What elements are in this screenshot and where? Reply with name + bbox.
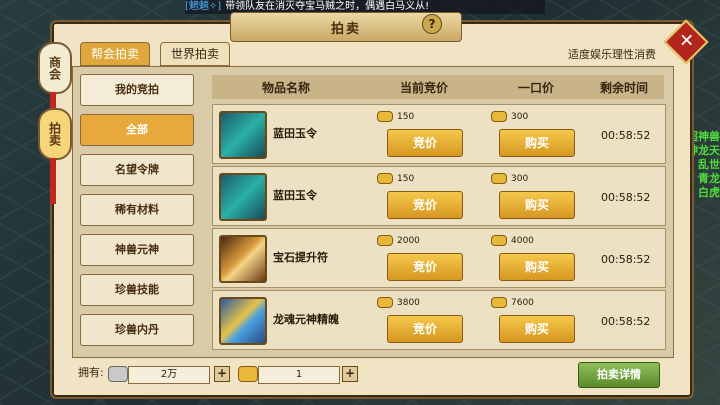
header-item-name: 物品名称 [262, 81, 311, 95]
buyout-value: 7600 [511, 297, 534, 308]
table-row: 宝石提升符 2000 竞价 4000 购买 00:58:52 [212, 228, 666, 288]
table-header: 物品名称 当前竞价 一口价 剩余时间 [212, 75, 664, 99]
current-bid: 3800 [377, 297, 420, 308]
category-sidebar: 我的竞拍 全部 名望令牌 稀有材料 神兽元神 珍兽技能 珍兽内丹 [80, 74, 198, 354]
buyout-price: 300 [491, 173, 528, 184]
jade-token-icon[interactable] [219, 111, 267, 159]
side-tab-label: 拍卖 [47, 122, 62, 146]
buyout-value: 300 [511, 173, 529, 184]
time-left: 00:58:52 [601, 191, 651, 204]
bid-button[interactable]: 竞价 [387, 129, 463, 157]
scroll-icon[interactable] [219, 235, 267, 283]
sidebar-item-pet-core[interactable]: 珍兽内丹 [80, 314, 194, 346]
add-silver-button[interactable]: + [214, 366, 230, 382]
gold-coin-icon [491, 235, 507, 246]
bid-value: 150 [397, 173, 415, 184]
bid-button[interactable]: 竞价 [387, 315, 463, 343]
buy-button[interactable]: 购买 [499, 129, 575, 157]
broadcast-sender[interactable]: [魍魎✧] [185, 1, 221, 12]
time-left: 00:58:52 [601, 129, 651, 142]
item-name: 龙魂元神精魄 [273, 313, 339, 326]
add-gold-button[interactable]: + [342, 366, 358, 382]
window-title: 拍卖 [330, 21, 361, 37]
sidebar-item-divine-beast[interactable]: 神兽元神 [80, 234, 194, 266]
table-row: 蓝田玉令 150 竞价 300 购买 00:58:52 [212, 166, 666, 226]
gold-coin-icon [377, 297, 393, 308]
buyout-value: 4000 [511, 235, 534, 246]
side-tab-auction[interactable]: 拍卖 [38, 108, 72, 160]
sidebar-item-rare-materials[interactable]: 稀有材料 [80, 194, 194, 226]
gold-ingot-icon [238, 366, 258, 382]
buy-button[interactable]: 购买 [499, 191, 575, 219]
close-icon: ✕ [679, 30, 695, 52]
bid-value: 3800 [397, 297, 420, 308]
jade-token-icon[interactable] [219, 173, 267, 221]
tab-guild-auction[interactable]: 帮会拍卖 [80, 42, 151, 66]
side-tab-shop[interactable]: 商会 [38, 42, 72, 94]
auction-details-button[interactable]: 拍卖详情 [578, 362, 660, 388]
gold-coin-icon [377, 111, 393, 122]
sidebar-item-all[interactable]: 全部 [80, 114, 194, 146]
silver-ingot-icon [108, 366, 128, 382]
item-name: 蓝田玉令 [273, 189, 317, 202]
gold-amount: 1 [258, 366, 340, 384]
tassel-decoration [50, 158, 56, 204]
buyout-price: 300 [491, 111, 528, 122]
bid-value: 2000 [397, 235, 420, 246]
help-icon[interactable]: ? [422, 14, 442, 34]
own-label: 拥有: [78, 366, 104, 379]
header-buyout: 一口价 [518, 81, 555, 95]
item-name: 宝石提升符 [273, 251, 328, 264]
current-bid: 150 [377, 111, 414, 122]
buy-button[interactable]: 购买 [499, 253, 575, 281]
bid-value: 150 [397, 111, 415, 122]
bid-button[interactable]: 竞价 [387, 191, 463, 219]
side-tab-label: 商会 [47, 56, 62, 80]
gold-coin-icon [491, 111, 507, 122]
gold-coin-icon [377, 235, 393, 246]
buyout-value: 300 [511, 111, 529, 122]
current-bid: 2000 [377, 235, 420, 246]
gold-coin-icon [491, 297, 507, 308]
bid-button[interactable]: 竞价 [387, 253, 463, 281]
buyout-price: 4000 [491, 235, 534, 246]
gold-coin-icon [491, 173, 507, 184]
time-left: 00:58:52 [601, 315, 651, 328]
gold-coin-icon [377, 173, 393, 184]
tab-world-auction[interactable]: 世界拍卖 [160, 42, 231, 66]
chest-icon[interactable] [219, 297, 267, 345]
table-row: 龙魂元神精魄 3800 竞价 7600 购买 00:58:52 [212, 290, 666, 350]
sidebar-item-prestige-token[interactable]: 名望令牌 [80, 154, 194, 186]
header-time-left: 剩余时间 [600, 81, 649, 95]
time-left: 00:58:52 [601, 253, 651, 266]
item-name: 蓝田玉令 [273, 127, 317, 140]
current-bid: 150 [377, 173, 414, 184]
table-row: 蓝田玉令 150 竞价 300 购买 00:58:52 [212, 104, 666, 164]
header-current-bid: 当前竞价 [400, 81, 449, 95]
buy-button[interactable]: 购买 [499, 315, 575, 343]
sidebar-item-pet-skills[interactable]: 珍兽技能 [80, 274, 194, 306]
buyout-price: 7600 [491, 297, 534, 308]
silver-amount: 2万 [128, 366, 210, 384]
motto-text: 适度娱乐理性消费 [568, 48, 656, 61]
sidebar-item-my-bids[interactable]: 我的竞拍 [80, 74, 194, 106]
broadcast-message: 带领队友在消灭夺宝马贼之时，偶遇白马义从! [225, 1, 430, 12]
